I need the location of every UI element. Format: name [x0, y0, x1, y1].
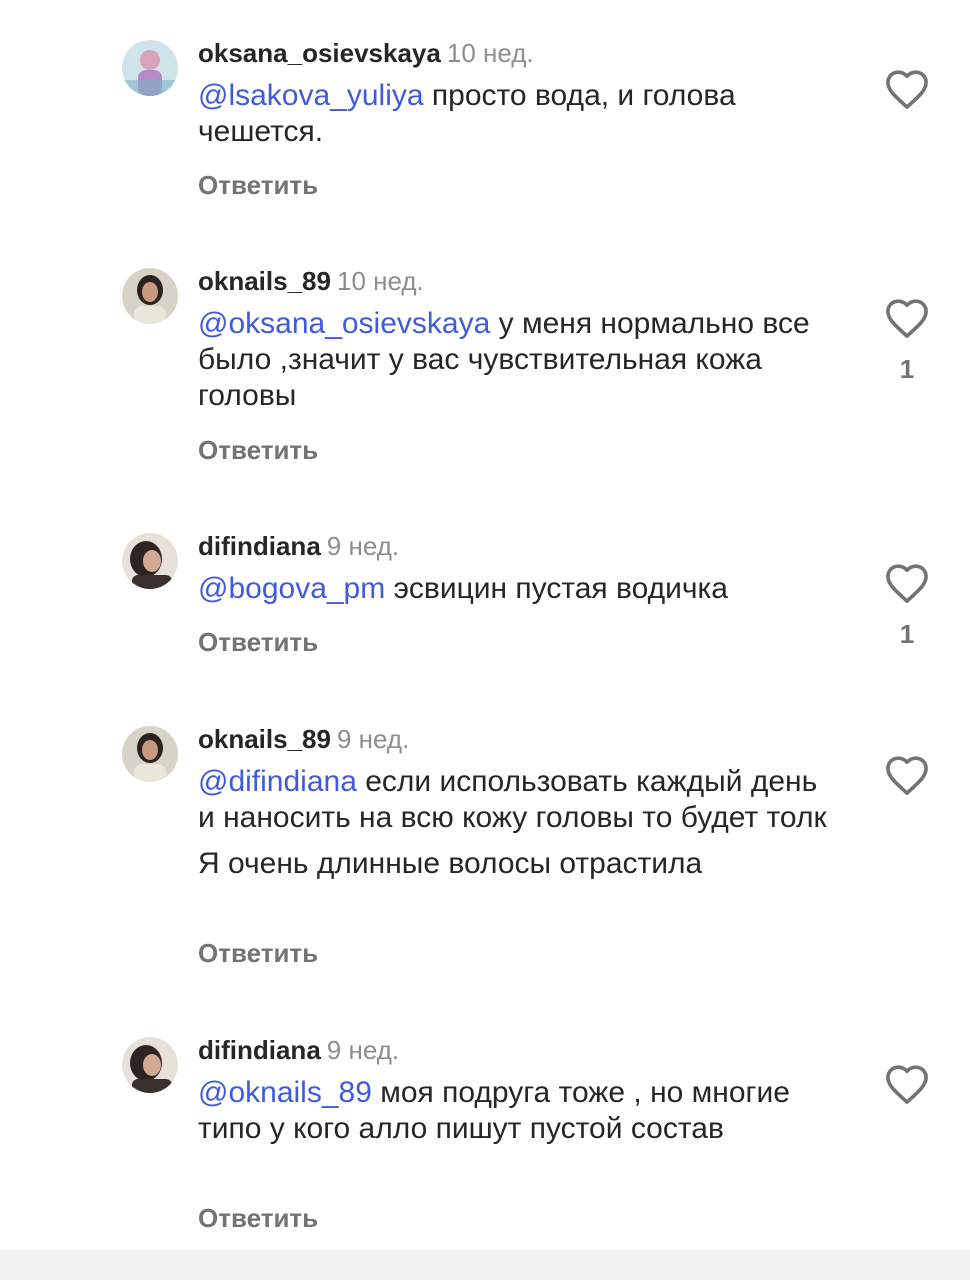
like-button[interactable]: [884, 68, 930, 110]
avatar[interactable]: [122, 40, 178, 96]
comment-text-content: эсвицин пустая водичка: [385, 572, 728, 605]
avatar[interactable]: [122, 268, 178, 324]
heart-outline-icon: [886, 564, 928, 603]
avatar[interactable]: [122, 1037, 178, 1093]
mention-link[interactable]: @difindiana: [198, 765, 357, 798]
comment-username[interactable]: difindiana: [198, 1035, 321, 1065]
comment-text: @oksana_osievskaya у меня нормально все …: [198, 306, 838, 414]
comment-text-line: Я очень длинные волосы отрастила: [198, 847, 703, 880]
comment-timestamp: 10 нед.: [336, 266, 424, 296]
heart-outline-icon: [886, 299, 928, 338]
comment-timestamp: 9 нед.: [326, 531, 400, 561]
reply-button[interactable]: Ответить: [198, 170, 318, 201]
comment-timestamp: 9 нед.: [336, 724, 410, 754]
avatar[interactable]: [122, 726, 178, 782]
mention-link[interactable]: @oksana_osievskaya: [198, 307, 490, 340]
reply-button[interactable]: Ответить: [198, 435, 318, 466]
heart-outline-icon: [886, 756, 928, 795]
like-count: 1: [899, 354, 915, 384]
reply-button[interactable]: Ответить: [198, 627, 318, 658]
mention-link[interactable]: @oknails_89: [198, 1076, 372, 1109]
comment-username[interactable]: oksana_osievskaya: [198, 38, 441, 68]
comment-text: @oknails_89 моя подруга тоже , но многие…: [198, 1075, 838, 1147]
heart-outline-icon: [886, 70, 928, 109]
comment-username[interactable]: oknails_89: [198, 266, 331, 296]
reply-button[interactable]: Ответить: [198, 1203, 318, 1234]
comment-username[interactable]: difindiana: [198, 531, 321, 561]
comment-text: @difindiana если использовать каждый ден…: [198, 764, 838, 882]
reply-button[interactable]: Ответить: [198, 938, 318, 969]
avatar[interactable]: [122, 533, 178, 589]
comment-text: @bogova_pm эсвицин пустая водичка: [198, 571, 838, 607]
comment-username[interactable]: oknails_89: [198, 724, 331, 754]
like-button[interactable]: [884, 562, 930, 604]
like-count: 1: [899, 619, 915, 649]
like-button[interactable]: [884, 1063, 930, 1105]
heart-outline-icon: [886, 1065, 928, 1104]
comment-text: @lsakova_yuliya просто вода, и голова че…: [198, 78, 838, 150]
mention-link[interactable]: @bogova_pm: [198, 572, 385, 605]
like-button[interactable]: [884, 297, 930, 339]
bottom-divider: [0, 1250, 970, 1280]
comment-timestamp: 9 нед.: [326, 1035, 400, 1065]
like-button[interactable]: [884, 754, 930, 796]
mention-link[interactable]: @lsakova_yuliya: [198, 79, 424, 112]
comment-timestamp: 10 нед.: [446, 38, 534, 68]
